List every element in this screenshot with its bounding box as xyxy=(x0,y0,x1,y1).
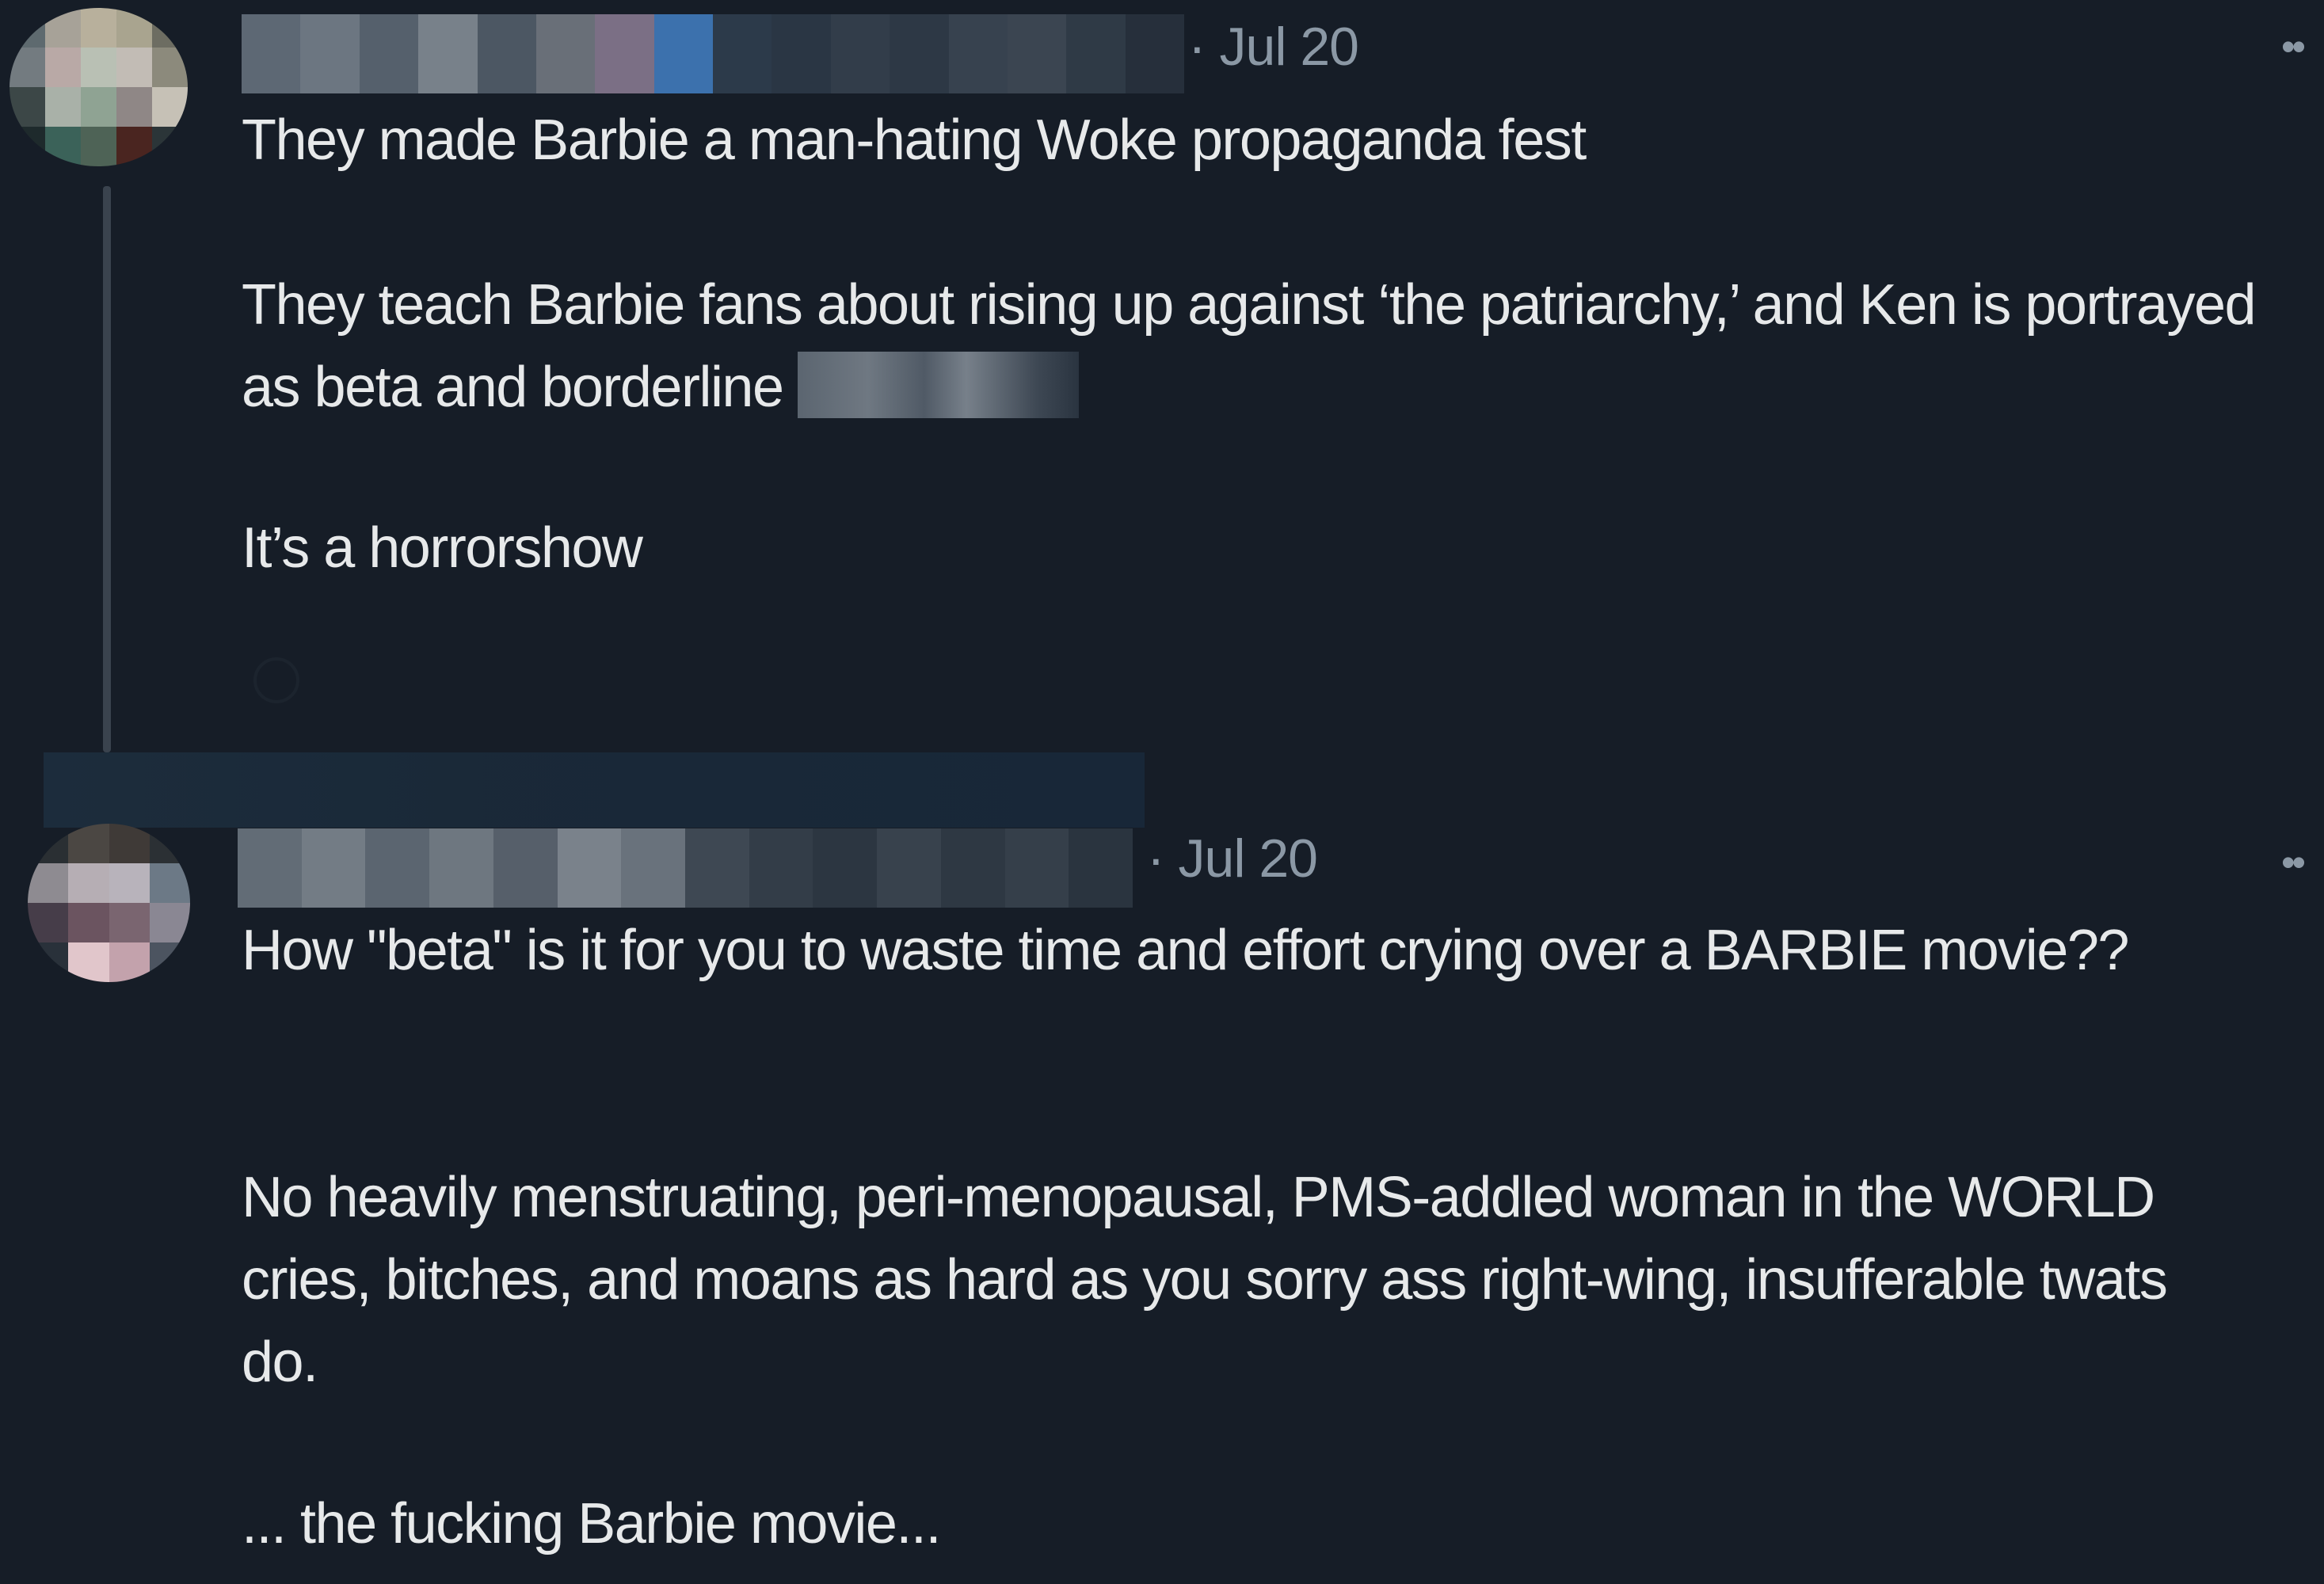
tweet-text: They made Barbie a man-hating Woke propa… xyxy=(242,109,1587,172)
tweet-paragraph: ... the fucking Barbie movie... xyxy=(242,1483,2317,1565)
avatar[interactable] xyxy=(10,8,188,166)
tweet-text: ... the fucking Barbie movie... xyxy=(242,1492,941,1555)
screenshot-canvas: · Jul 20 •• They made Barbie a man-hatin… xyxy=(0,0,2324,1584)
tweet-paragraph: They teach Barbie fans about rising up a… xyxy=(242,264,2317,428)
avatar[interactable] xyxy=(28,824,190,982)
thread-connector-line xyxy=(103,186,111,752)
tweet-paragraph: No heavily menstruating, peri-menopausal… xyxy=(242,1156,2254,1403)
more-options-icon[interactable]: •• xyxy=(2281,24,2306,70)
tweet-paragraph: How "beta" is it for you to waste time a… xyxy=(242,909,2254,992)
tweet-date[interactable]: · Jul 20 xyxy=(1188,16,1359,78)
username-redacted[interactable] xyxy=(238,828,1133,908)
tweet-text: It’s a horrorshow xyxy=(242,516,643,580)
username-redacted[interactable] xyxy=(242,14,1184,93)
tweet-text: They teach Barbie fans about rising up a… xyxy=(242,273,2257,419)
reply-icon[interactable] xyxy=(253,657,299,703)
tweet-text: How "beta" is it for you to waste time a… xyxy=(242,919,2129,982)
more-options-icon[interactable]: •• xyxy=(2281,840,2306,885)
tweet-text: No heavily menstruating, peri-menopausal… xyxy=(242,1166,2168,1394)
redacted-word xyxy=(797,351,1079,418)
redacted-banner xyxy=(44,752,1145,828)
tweet-paragraph: It’s a horrorshow xyxy=(242,507,2317,589)
tweet-date[interactable]: · Jul 20 xyxy=(1147,828,1318,889)
tweet-text-line: They made Barbie a man-hating Woke propa… xyxy=(242,99,2317,181)
